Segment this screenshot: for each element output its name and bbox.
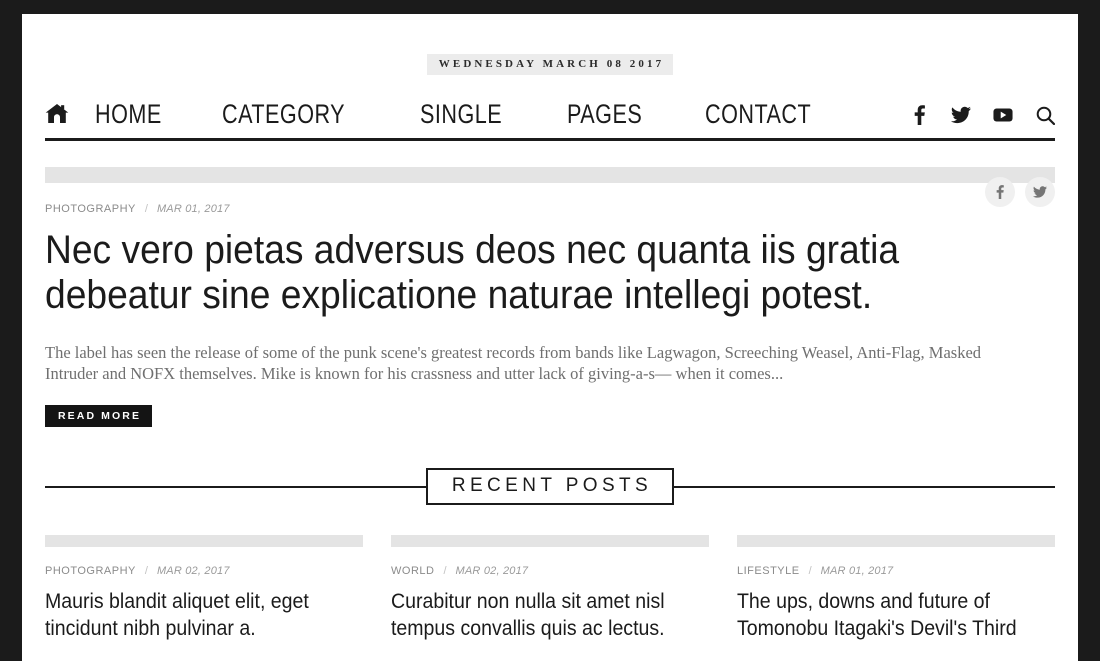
post-category[interactable]: PHOTOGRAPHY [45, 202, 136, 216]
meta-separator: / [808, 565, 812, 577]
post-meta: WORLD / MAR 02, 2017 [391, 564, 709, 578]
current-date: WEDNESDAY MARCH 08 2017 [426, 54, 674, 75]
facebook-icon[interactable] [909, 105, 929, 125]
recent-posts-heading: RECENT POSTS [425, 467, 675, 505]
page-canvas: WEDNESDAY MARCH 08 2017 HOME CATEGORY SI… [22, 14, 1078, 661]
post-title[interactable]: Mauris blandit aliquet elit, eget tincid… [45, 588, 341, 642]
featured-post-title[interactable]: Nec vero pietas adversus deos nec quanta… [45, 228, 980, 318]
post-meta: LIFESTYLE / MAR 01, 2017 [737, 564, 1055, 578]
search-icon[interactable] [1035, 105, 1055, 125]
youtube-icon[interactable] [993, 105, 1013, 125]
facebook-share-icon[interactable] [985, 177, 1015, 207]
nav-item-category[interactable]: CATEGORY [222, 99, 345, 129]
post-title[interactable]: The ups, downs and future of Tomonobu It… [737, 588, 1033, 642]
list-item: PHOTOGRAPHY / MAR 02, 2017 Mauris blandi… [45, 535, 363, 642]
list-item: WORLD / MAR 02, 2017 Curabitur non nulla… [391, 535, 709, 642]
twitter-icon[interactable] [951, 105, 971, 125]
post-date: MAR 02, 2017 [156, 565, 230, 577]
post-image-placeholder [45, 535, 363, 547]
main-navigation: HOME CATEGORY SINGLE PAGES CONTACT [45, 99, 1055, 141]
post-image-placeholder [737, 535, 1055, 547]
post-image-placeholder [391, 535, 709, 547]
recent-posts-divider: RECENT POSTS [45, 467, 1055, 505]
meta-separator: / [443, 565, 447, 577]
post-category[interactable]: LIFESTYLE [737, 564, 800, 578]
list-item: LIFESTYLE / MAR 01, 2017 The ups, downs … [737, 535, 1055, 642]
home-icon[interactable] [45, 103, 69, 124]
meta-separator: / [144, 565, 148, 577]
nav-item-home[interactable]: HOME [95, 99, 162, 129]
browser-frame: WEDNESDAY MARCH 08 2017 HOME CATEGORY SI… [0, 0, 1100, 661]
nav-links: HOME CATEGORY SINGLE PAGES CONTACT [45, 99, 838, 129]
post-category[interactable]: WORLD [391, 564, 434, 578]
featured-image-placeholder [45, 167, 1055, 183]
nav-item-single[interactable]: SINGLE [420, 99, 502, 129]
post-category[interactable]: PHOTOGRAPHY [45, 564, 136, 578]
meta-separator: / [144, 203, 148, 215]
read-more-button[interactable]: READ MORE [45, 405, 153, 427]
featured-post: PHOTOGRAPHY / MAR 01, 2017 Nec vero piet… [45, 167, 1055, 427]
featured-post-meta: PHOTOGRAPHY / MAR 01, 2017 [45, 202, 1055, 216]
featured-post-excerpt: The label has seen the release of some o… [45, 343, 982, 383]
date-bar: WEDNESDAY MARCH 08 2017 [45, 14, 1055, 75]
post-date: MAR 01, 2017 [156, 203, 230, 215]
nav-item-pages[interactable]: PAGES [567, 99, 642, 129]
twitter-share-icon[interactable] [1025, 177, 1055, 207]
post-date: MAR 01, 2017 [820, 565, 894, 577]
post-title[interactable]: Curabitur non nulla sit amet nisl tempus… [391, 588, 687, 642]
post-date: MAR 02, 2017 [455, 565, 529, 577]
share-buttons [985, 177, 1055, 207]
recent-posts-grid: PHOTOGRAPHY / MAR 02, 2017 Mauris blandi… [45, 535, 1055, 642]
nav-item-contact[interactable]: CONTACT [705, 99, 811, 129]
nav-social-links [909, 105, 1055, 125]
post-meta: PHOTOGRAPHY / MAR 02, 2017 [45, 564, 363, 578]
